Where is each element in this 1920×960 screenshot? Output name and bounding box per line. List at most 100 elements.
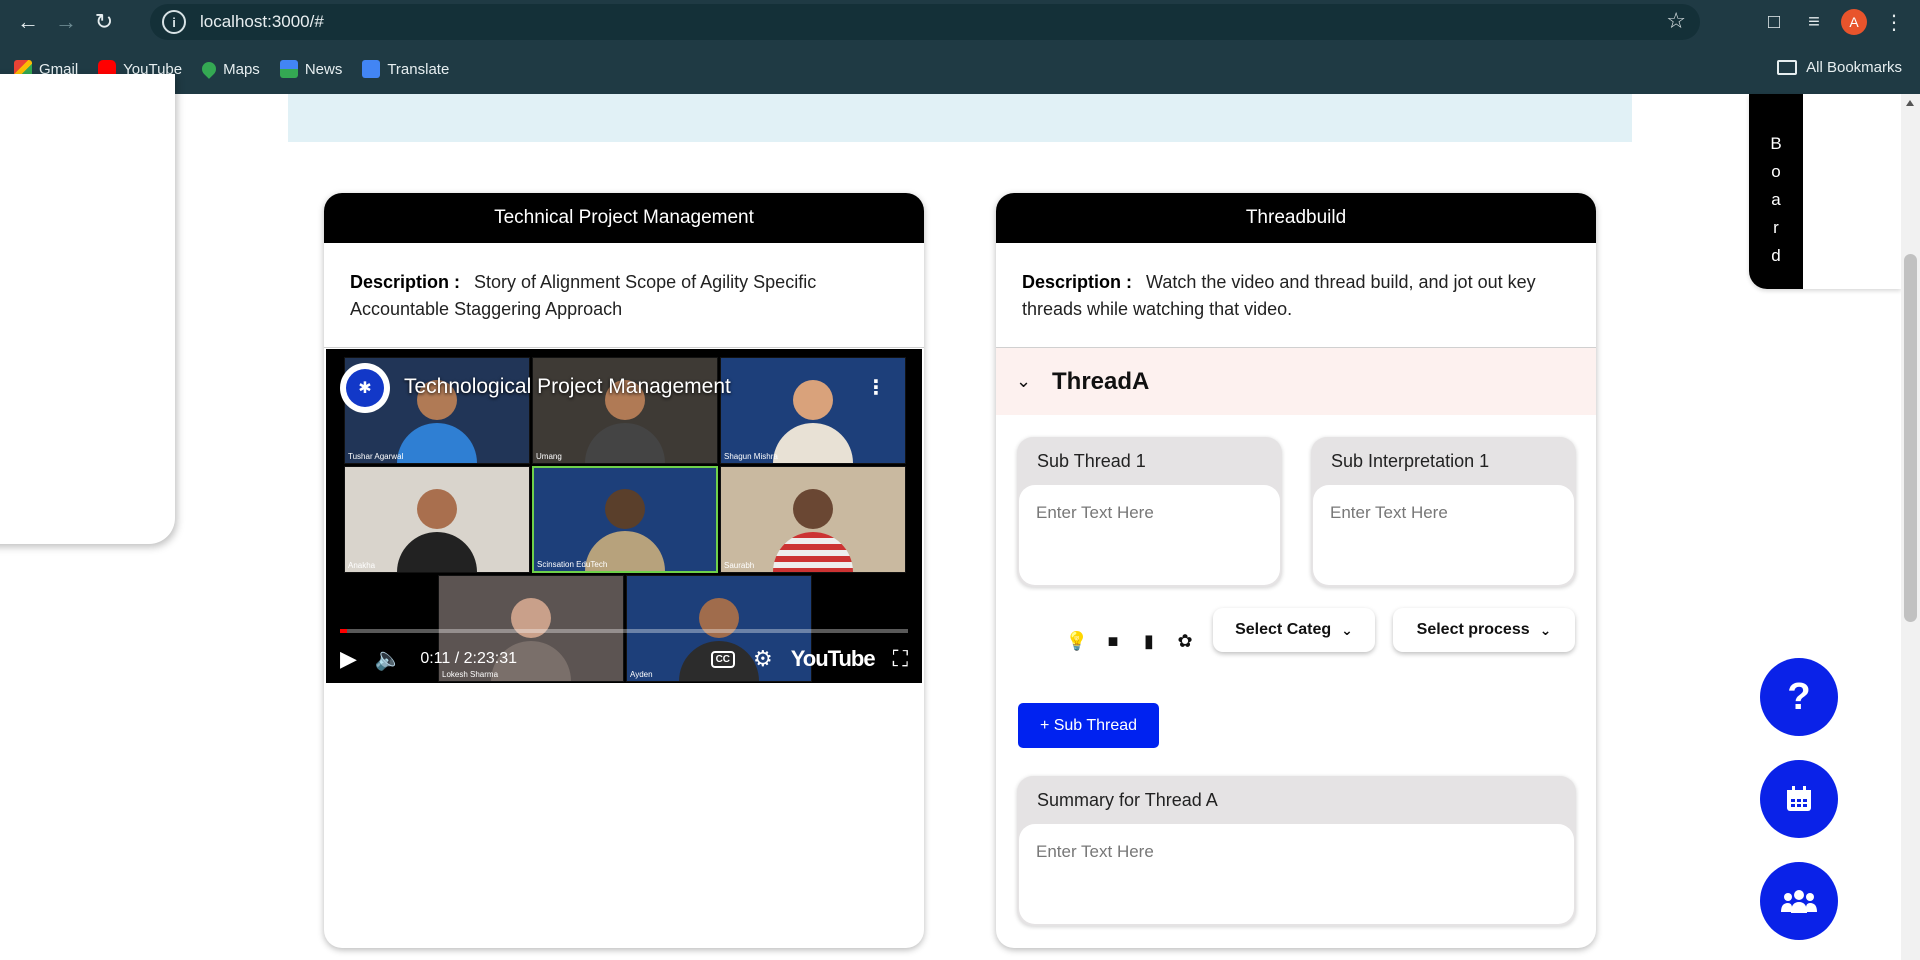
participant-name: Anakha bbox=[348, 561, 376, 570]
video-controls: ▶ 🔈 0:11 / 2:23:31 CC ⚙ YouTube ⛶ bbox=[340, 639, 908, 679]
bookmark-news[interactable]: News bbox=[279, 60, 343, 78]
select-process-dropdown[interactable]: Select process ⌄ bbox=[1393, 608, 1575, 652]
thread-accordion-header[interactable]: ⌄ ThreadA bbox=[996, 348, 1596, 415]
video-tile: Saurabh bbox=[720, 466, 906, 573]
participant-name: Shagun Mishra bbox=[724, 452, 778, 461]
sub-interpretation-field: Sub Interpretation 1 bbox=[1311, 437, 1576, 587]
card-description: Description : Story of Alignment Scope of… bbox=[324, 243, 924, 348]
board-letter: d bbox=[1771, 246, 1781, 265]
maps-icon bbox=[199, 59, 220, 79]
group-icon bbox=[1781, 890, 1817, 913]
bookmarks-bar: Gmail YouTube Maps News Translate All Bo… bbox=[0, 44, 1920, 94]
video-time: 0:11 / 2:23:31 bbox=[420, 650, 517, 667]
board-tab-container: B o a r d bbox=[1749, 94, 1901, 289]
channel-logo-icon: ✱ bbox=[346, 369, 384, 407]
summary-input[interactable] bbox=[1019, 824, 1574, 924]
thread-title: ThreadA bbox=[1052, 367, 1150, 395]
board-letter: o bbox=[1771, 162, 1781, 181]
video-tile: Shagun Mishra bbox=[720, 357, 906, 464]
calendar-icon bbox=[1787, 786, 1811, 811]
back-icon[interactable]: ← bbox=[10, 4, 46, 40]
participant-name: Umang bbox=[536, 452, 562, 461]
captions-icon[interactable]: CC bbox=[710, 650, 736, 668]
bookmark-label: Maps bbox=[223, 60, 260, 78]
scroll-thumb[interactable] bbox=[1904, 254, 1917, 622]
extensions-icon[interactable]: □ bbox=[1754, 2, 1794, 42]
calendar-button[interactable] bbox=[1760, 760, 1838, 838]
question-mark-icon: ? bbox=[1787, 675, 1811, 718]
profile-wrapper: A bbox=[1834, 2, 1874, 42]
description-label: Description : bbox=[1022, 272, 1133, 292]
video-title[interactable]: Technological Project Management bbox=[404, 375, 731, 399]
profile-avatar[interactable]: A bbox=[1841, 9, 1867, 35]
all-bookmarks[interactable]: All Bookmarks bbox=[1777, 59, 1902, 76]
browser-toolbar: ← → ↻ i localhost:3000/# ☆ □ ≡ A ⋮ bbox=[0, 0, 1920, 44]
add-sub-thread-button[interactable]: + Sub Thread bbox=[1018, 703, 1159, 748]
sub-thread-input[interactable] bbox=[1019, 485, 1280, 585]
participant-name: Scinsation EduTech bbox=[537, 560, 608, 569]
address-bar[interactable]: i localhost:3000/# ☆ bbox=[150, 4, 1700, 40]
menu-kebab-icon[interactable]: ⋮ bbox=[1874, 2, 1914, 42]
summary-label: Summary for Thread A bbox=[1037, 789, 1218, 810]
reload-icon[interactable]: ↻ bbox=[86, 4, 122, 40]
sub-thread-field: Sub Thread 1 bbox=[1017, 437, 1282, 587]
board-letter: r bbox=[1773, 218, 1779, 237]
card-description: Description : Watch the video and thread … bbox=[996, 243, 1596, 348]
participant-name: Tushar Agarwal bbox=[348, 452, 404, 461]
clipboard-icon[interactable]: ▮ bbox=[1138, 630, 1160, 652]
news-icon bbox=[279, 60, 298, 78]
help-button[interactable]: ? bbox=[1760, 658, 1838, 736]
bookmark-maps[interactable]: Maps bbox=[199, 59, 260, 79]
video-more-icon[interactable]: ⋮ bbox=[866, 375, 886, 400]
sub-interpretation-label: Sub Interpretation 1 bbox=[1331, 450, 1490, 471]
video-tile: Anakha bbox=[344, 466, 530, 573]
youtube-logo[interactable]: YouTube bbox=[791, 646, 876, 672]
video-tile: Umang bbox=[532, 357, 718, 464]
board-letter: a bbox=[1771, 190, 1781, 209]
card-title: Threadbuild bbox=[996, 193, 1596, 243]
bookmark-label: Translate bbox=[387, 60, 450, 78]
fullscreen-icon[interactable]: ⛶ bbox=[893, 646, 908, 672]
community-button[interactable] bbox=[1760, 862, 1838, 940]
lotus-icon[interactable]: ✿ bbox=[1174, 630, 1196, 652]
youtube-video-player[interactable]: Tushar Agarwal Umang Shagun Mishra Anakh… bbox=[326, 349, 922, 683]
forward-icon[interactable]: → bbox=[48, 4, 84, 40]
card-title: Technical Project Management bbox=[324, 193, 924, 243]
board-tab-label: B o a r d bbox=[1749, 130, 1803, 270]
description-label: Description : bbox=[350, 272, 461, 292]
video-progress-bar[interactable] bbox=[340, 629, 908, 633]
video-progress-fill bbox=[340, 629, 348, 633]
url-text[interactable]: localhost:3000/# bbox=[200, 12, 324, 32]
bookmark-translate[interactable]: Translate bbox=[362, 60, 449, 78]
chevron-down-icon[interactable]: ⌄ bbox=[1016, 371, 1036, 392]
bookmark-star-icon[interactable]: ☆ bbox=[1666, 8, 1686, 34]
scroll-up-arrow[interactable] bbox=[1906, 100, 1914, 106]
play-icon[interactable]: ▶ bbox=[340, 646, 357, 672]
sub-interpretation-input[interactable] bbox=[1313, 485, 1574, 585]
select-process-label: Select process bbox=[1416, 621, 1530, 638]
volume-icon[interactable]: 🔈 bbox=[375, 646, 402, 672]
all-bookmarks-label: All Bookmarks bbox=[1806, 59, 1902, 76]
chevron-down-icon: ⌄ bbox=[1539, 621, 1552, 638]
channel-logo[interactable]: ✱ bbox=[340, 363, 390, 413]
video-tile: Scinsation EduTech bbox=[532, 466, 718, 573]
participant-name: Saurabh bbox=[724, 561, 755, 570]
threadbuild-card: Threadbuild Description : Watch the video… bbox=[996, 193, 1596, 948]
select-category-dropdown[interactable]: Select Categ ⌄ bbox=[1213, 608, 1375, 652]
site-info-icon[interactable]: i bbox=[162, 10, 186, 34]
chevron-down-icon: ⌄ bbox=[1341, 621, 1353, 638]
thread-actions: 💡 ■ ▮ ✿ bbox=[1066, 630, 1196, 652]
sub-thread-label: Sub Thread 1 bbox=[1037, 450, 1146, 471]
bookmark-label: News bbox=[304, 60, 343, 78]
page-content: Technical Project Management Description… bbox=[0, 74, 1920, 960]
side-panel bbox=[0, 74, 175, 544]
media-control-icon[interactable]: ≡ bbox=[1794, 2, 1834, 42]
settings-gear-icon[interactable]: ⚙ bbox=[753, 646, 773, 672]
video-card: Technical Project Management Description… bbox=[324, 193, 924, 948]
comment-icon[interactable]: ■ bbox=[1102, 630, 1124, 652]
summary-field: Summary for Thread A bbox=[1017, 776, 1576, 926]
folder-icon bbox=[1777, 60, 1798, 75]
board-tab[interactable]: B o a r d bbox=[1749, 94, 1803, 289]
page-scrollbar[interactable] bbox=[1901, 94, 1920, 960]
lightbulb-icon[interactable]: 💡 bbox=[1066, 630, 1088, 652]
